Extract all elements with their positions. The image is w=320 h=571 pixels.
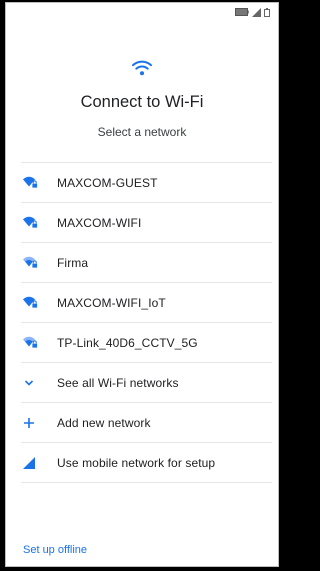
page-subtitle: Select a network [97,125,187,139]
add-network-label: Add new network [57,415,151,430]
network-item[interactable]: MAXCOM-GUEST [21,162,272,203]
wifi-locked-icon [23,256,45,270]
wifi-locked-icon [23,296,45,310]
status-bar [235,7,270,17]
wifi-locked-icon [23,176,45,190]
network-name: TP-Link_40D6_CCTV_5G [57,335,198,350]
battery-icon [235,8,249,16]
network-item[interactable]: MAXCOM-WIFI_IoT [21,283,272,323]
network-item[interactable]: MAXCOM-WIFI [21,203,272,243]
network-name: Firma [57,255,89,270]
page-title: Connect to Wi-Fi [80,93,204,111]
add-network-button[interactable]: Add new network [21,403,272,443]
network-item[interactable]: TP-Link_40D6_CCTV_5G [21,323,272,363]
wifi-locked-icon [23,336,45,350]
signal-icon [252,7,261,17]
network-item[interactable]: Firma [21,243,272,283]
wifi-locked-icon [23,216,45,230]
network-name: MAXCOM-WIFI_IoT [57,295,166,310]
mobile-setup-label: Use mobile network for setup [57,455,216,470]
wifi-header-icon [6,60,278,76]
mobile-network-setup-button[interactable]: Use mobile network for setup [21,443,272,483]
plus-icon [23,416,45,430]
set-up-offline-link[interactable]: Set up offline [23,544,87,556]
network-name: MAXCOM-WIFI [57,215,142,230]
see-all-label: See all Wi-Fi networks [57,375,179,390]
battery-outline-icon [264,7,270,17]
network-list: MAXCOM-GUEST MAXCOM-WIFI Firma MAXCOM-WI… [21,162,272,483]
see-all-networks-button[interactable]: See all Wi-Fi networks [21,363,272,403]
cellular-signal-icon [23,456,45,470]
network-name: MAXCOM-GUEST [57,175,158,190]
chevron-down-icon [23,376,45,390]
setup-screen: Connect to Wi-Fi Select a network MAXCOM… [5,2,279,567]
